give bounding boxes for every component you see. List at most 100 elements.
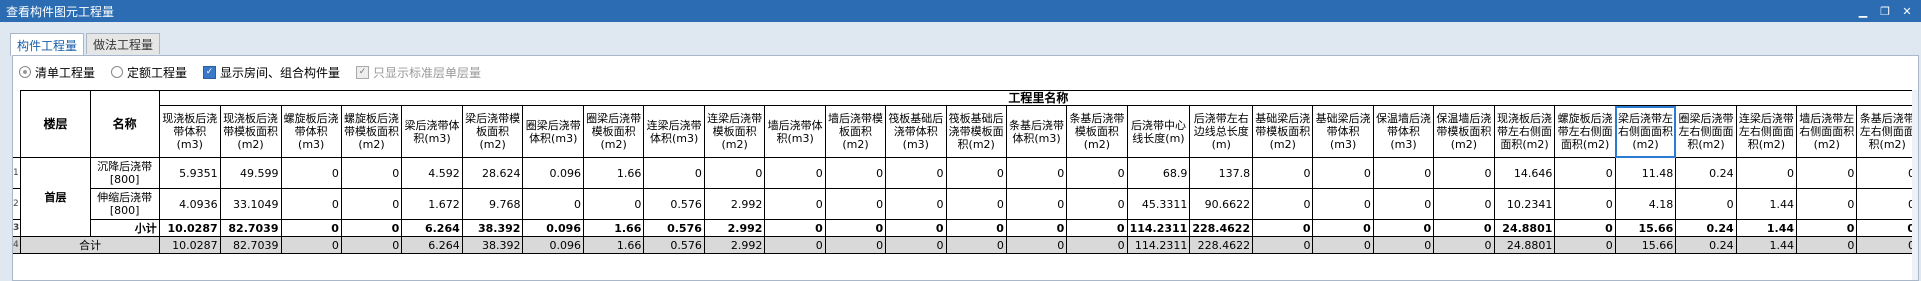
- total-cell[interactable]: 0: [1372, 236, 1435, 254]
- column-header[interactable]: 基础梁后浇带体积(m3): [1312, 105, 1374, 158]
- total-cell[interactable]: 2.992: [703, 236, 766, 254]
- total-cell[interactable]: 1.44: [1735, 236, 1798, 254]
- subtotal-cell[interactable]: 0: [280, 219, 342, 237]
- column-header[interactable]: 基础梁后浇带模板面积(m2): [1252, 105, 1314, 158]
- radio-icon[interactable]: [111, 66, 124, 78]
- subtotal-cell[interactable]: 0: [1554, 219, 1616, 237]
- value-cell[interactable]: 0: [1856, 157, 1918, 189]
- value-cell[interactable]: 9.768: [461, 188, 524, 220]
- value-cell[interactable]: 0: [1554, 157, 1616, 189]
- column-header[interactable]: 连梁后浇带体积(m3): [643, 105, 705, 158]
- total-cell[interactable]: 6.264: [401, 236, 463, 254]
- value-cell[interactable]: 0: [824, 157, 887, 189]
- value-cell[interactable]: 0: [1372, 157, 1435, 189]
- total-cell[interactable]: 0: [1554, 236, 1616, 254]
- value-cell[interactable]: 45.3311: [1126, 188, 1191, 220]
- total-cell[interactable]: 0: [280, 236, 342, 254]
- value-cell[interactable]: 0: [764, 188, 826, 220]
- total-cell[interactable]: 0: [764, 236, 826, 254]
- column-header[interactable]: 保温墙后浇带模板面积(m2): [1433, 105, 1495, 158]
- vertical-scrollbar[interactable]: [1912, 90, 1918, 280]
- total-cell[interactable]: 10.0287: [158, 236, 221, 254]
- tab-method-quantity[interactable]: 做法工程量: [86, 33, 161, 54]
- column-header[interactable]: 后浇带中心线长度(m): [1126, 105, 1191, 158]
- value-cell[interactable]: 0: [522, 188, 584, 220]
- value-cell[interactable]: 0: [1856, 188, 1918, 220]
- total-row[interactable]: 4 合计 10.0287 82.7039 0 0 6.264 38.392 0.096 1.66 0…: [13, 236, 1918, 254]
- value-cell[interactable]: 4.18: [1614, 188, 1677, 220]
- checkbox-show-rooms[interactable]: ✓ 显示房间、组合构件量: [203, 64, 340, 81]
- column-header[interactable]: 梁后浇带模板面积(m2): [461, 105, 524, 158]
- value-cell[interactable]: 0: [340, 157, 403, 189]
- value-cell[interactable]: 0.096: [522, 157, 584, 189]
- total-cell[interactable]: 114.2311: [1126, 236, 1191, 254]
- value-cell[interactable]: 0: [643, 157, 705, 189]
- subtotal-cell[interactable]: 0: [824, 219, 887, 237]
- value-cell[interactable]: 10.2341: [1493, 188, 1556, 220]
- column-header[interactable]: 圈梁后浇带体积(m3): [522, 105, 584, 158]
- subtotal-cell[interactable]: 0: [1005, 219, 1068, 237]
- value-cell[interactable]: 0: [280, 188, 342, 220]
- column-header[interactable]: 条基后浇带模板面积(m2): [1066, 105, 1128, 158]
- radio-quota-quantity[interactable]: 定额工程量: [111, 64, 187, 81]
- value-cell[interactable]: 0: [280, 157, 342, 189]
- check-icon[interactable]: ✓: [356, 65, 370, 79]
- column-header[interactable]: 墙后浇带模板面积(m2): [824, 105, 887, 158]
- value-cell[interactable]: 0: [340, 188, 403, 220]
- subtotal-cell[interactable]: 24.8801: [1493, 219, 1556, 237]
- value-cell[interactable]: 0: [1066, 157, 1128, 189]
- subtotal-cell[interactable]: 1.44: [1735, 219, 1798, 237]
- total-cell[interactable]: 0: [1005, 236, 1068, 254]
- value-cell[interactable]: 0: [1735, 157, 1798, 189]
- value-cell[interactable]: 0: [1796, 157, 1858, 189]
- total-cell[interactable]: 0.576: [643, 236, 705, 254]
- column-header[interactable]: 连梁后浇带模板面积(m2): [703, 105, 766, 158]
- column-header[interactable]: 筏板基础后浇带体积(m3): [885, 105, 947, 158]
- total-cell[interactable]: 0: [1856, 236, 1918, 254]
- column-header[interactable]: 连梁后浇带左右侧面面积(m2): [1735, 105, 1798, 158]
- value-cell[interactable]: 0: [1554, 188, 1616, 220]
- total-cell[interactable]: 0: [945, 236, 1007, 254]
- value-cell[interactable]: 0: [1066, 188, 1128, 220]
- value-cell[interactable]: 0.24: [1675, 157, 1737, 189]
- total-cell[interactable]: 0: [340, 236, 403, 254]
- value-cell[interactable]: 0: [885, 157, 947, 189]
- subtotal-cell[interactable]: 38.392: [461, 219, 524, 237]
- name-cell[interactable]: 沉降后浇带 [800]: [89, 157, 160, 189]
- column-header[interactable]: 保温墙后浇带体积(m3): [1372, 105, 1435, 158]
- value-cell[interactable]: 5.9351: [158, 157, 221, 189]
- value-cell[interactable]: 0: [1372, 188, 1435, 220]
- value-cell[interactable]: 1.44: [1735, 188, 1798, 220]
- value-cell[interactable]: 4.0936: [158, 188, 221, 220]
- subtotal-row[interactable]: 3 小计 10.0287 82.7039 0 0 6.264 38.392 0.096 1.66 0…: [13, 219, 1918, 237]
- table-row[interactable]: 2 伸缩后浇带 [800] 4.0936 33.1049 0 0 1.672 9.768 0 0 0…: [13, 188, 1918, 220]
- value-cell[interactable]: 90.6622: [1189, 188, 1254, 220]
- value-cell[interactable]: 28.624: [461, 157, 524, 189]
- total-cell[interactable]: 0: [1252, 236, 1314, 254]
- column-header[interactable]: 螺旋板后浇带左右侧面面积(m2): [1554, 105, 1616, 158]
- column-header[interactable]: 筏板基础后浇带模板面积(m2): [945, 105, 1007, 158]
- subtotal-cell[interactable]: 82.7039: [219, 219, 282, 237]
- subtotal-cell[interactable]: 0: [1796, 219, 1858, 237]
- radio-icon[interactable]: [19, 66, 31, 78]
- column-header[interactable]: 现浇板后浇带左右侧面面积(m2): [1493, 105, 1556, 158]
- total-cell[interactable]: 0: [885, 236, 947, 254]
- value-cell[interactable]: 1.66: [582, 157, 645, 189]
- table-row[interactable]: 1 首层 沉降后浇带 [800] 5.9351 49.599 0 0 4.592 28.624 0…: [13, 157, 1918, 237]
- value-cell[interactable]: 0: [1252, 188, 1314, 220]
- total-cell[interactable]: 0: [1796, 236, 1858, 254]
- column-header[interactable]: 螺旋板后浇带体积(m3): [280, 105, 342, 158]
- subtotal-cell[interactable]: 10.0287: [158, 219, 221, 237]
- subtotal-cell[interactable]: 0: [340, 219, 403, 237]
- total-cell[interactable]: 228.4622: [1189, 236, 1254, 254]
- subtotal-cell[interactable]: 228.4622: [1189, 219, 1254, 237]
- name-cell[interactable]: 伸缩后浇带 [800]: [89, 188, 160, 220]
- total-cell[interactable]: 38.392: [461, 236, 524, 254]
- value-cell[interactable]: 0: [1312, 188, 1374, 220]
- subtotal-cell[interactable]: 0: [764, 219, 826, 237]
- value-cell[interactable]: 137.8: [1189, 157, 1254, 189]
- name-header[interactable]: 名称: [89, 90, 160, 158]
- value-cell[interactable]: 0: [703, 157, 766, 189]
- value-cell[interactable]: 0: [1433, 157, 1495, 189]
- value-cell[interactable]: 0: [764, 157, 826, 189]
